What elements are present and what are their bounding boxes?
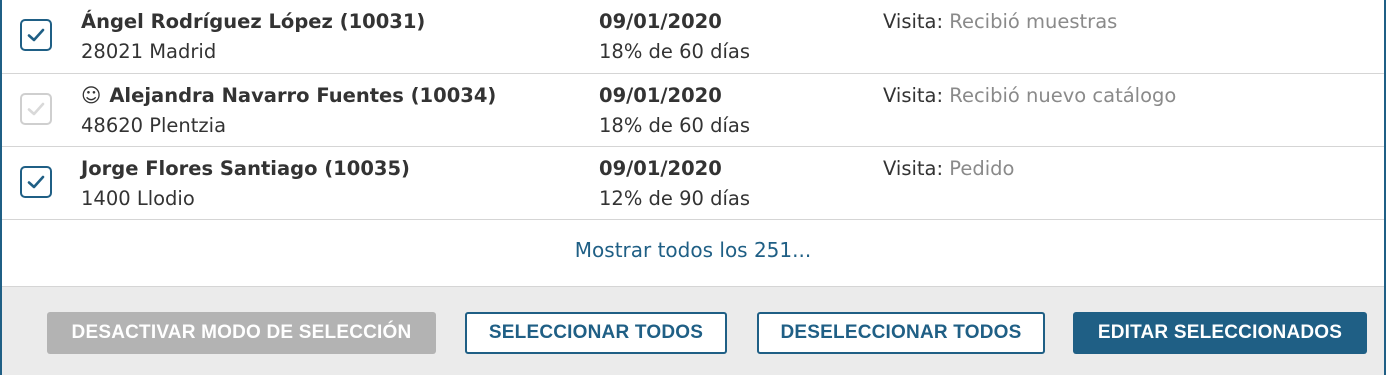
customer-list: Ángel Rodríguez López (10031) 28021 Madr… <box>2 0 1384 220</box>
checkmark-icon <box>27 28 45 42</box>
edit-selected-button[interactable]: EDITAR SELECCIONADOS <box>1073 312 1367 354</box>
visit-date: 09/01/2020 <box>599 84 722 107</box>
show-all-link[interactable]: Mostrar todos los 251... <box>2 238 1384 262</box>
visit-info: Visita: Recibió muestras <box>883 10 1117 33</box>
checkmark-icon <box>27 175 45 189</box>
deselect-all-button[interactable]: DESELECCIONAR TODOS <box>757 312 1045 354</box>
payment-terms: 12% de 90 días <box>599 187 751 210</box>
customer-name: Alejandra Navarro Fuentes (10034) <box>109 84 497 107</box>
checkmark-icon <box>27 102 45 116</box>
payment-terms: 18% de 60 días <box>599 114 751 137</box>
visit-info: Visita: Recibió nuevo catálogo <box>883 84 1176 107</box>
customer-address: 1400 Llodio <box>81 187 195 210</box>
visit-date: 09/01/2020 <box>599 10 722 33</box>
row-checkbox[interactable] <box>20 166 52 198</box>
customer-name-wrap: ☺ Alejandra Navarro Fuentes (10034) <box>81 84 496 107</box>
visit-info: Visita: Pedido <box>883 157 1014 180</box>
customer-address: 28021 Madrid <box>81 40 217 63</box>
list-item[interactable]: ☺ Alejandra Navarro Fuentes (10034) 48620… <box>2 74 1384 147</box>
smiley-icon: ☺ <box>81 84 102 107</box>
customer-name: Jorge Flores Santiago (10035) <box>81 157 410 180</box>
visit-label: Visita: <box>883 157 944 180</box>
visit-label: Visita: <box>883 10 944 33</box>
visit-label: Visita: <box>883 84 944 107</box>
visit-value: Recibió muestras <box>949 10 1118 33</box>
list-item[interactable]: Ángel Rodríguez López (10031) 28021 Madr… <box>2 0 1384 74</box>
list-item[interactable]: Jorge Flores Santiago (10035) 1400 Llodi… <box>2 147 1384 220</box>
customer-address: 48620 Plentzia <box>81 114 227 137</box>
row-checkbox[interactable] <box>20 93 52 125</box>
row-checkbox[interactable] <box>20 19 52 51</box>
deactivate-selection-mode-button[interactable]: DESACTIVAR MODO DE SELECCIÓN <box>47 312 436 354</box>
customer-name: Ángel Rodríguez López (10031) <box>81 10 426 33</box>
visit-value: Pedido <box>949 157 1015 180</box>
payment-terms: 18% de 60 días <box>599 40 751 63</box>
select-all-button[interactable]: SELECCIONAR TODOS <box>465 312 727 354</box>
visit-date: 09/01/2020 <box>599 157 722 180</box>
visit-value: Recibió nuevo catálogo <box>949 84 1177 107</box>
selection-toolbar: DESACTIVAR MODO DE SELECCIÓN SELECCIONAR… <box>2 286 1384 375</box>
selection-list-panel: Ángel Rodríguez López (10031) 28021 Madr… <box>0 0 1386 375</box>
